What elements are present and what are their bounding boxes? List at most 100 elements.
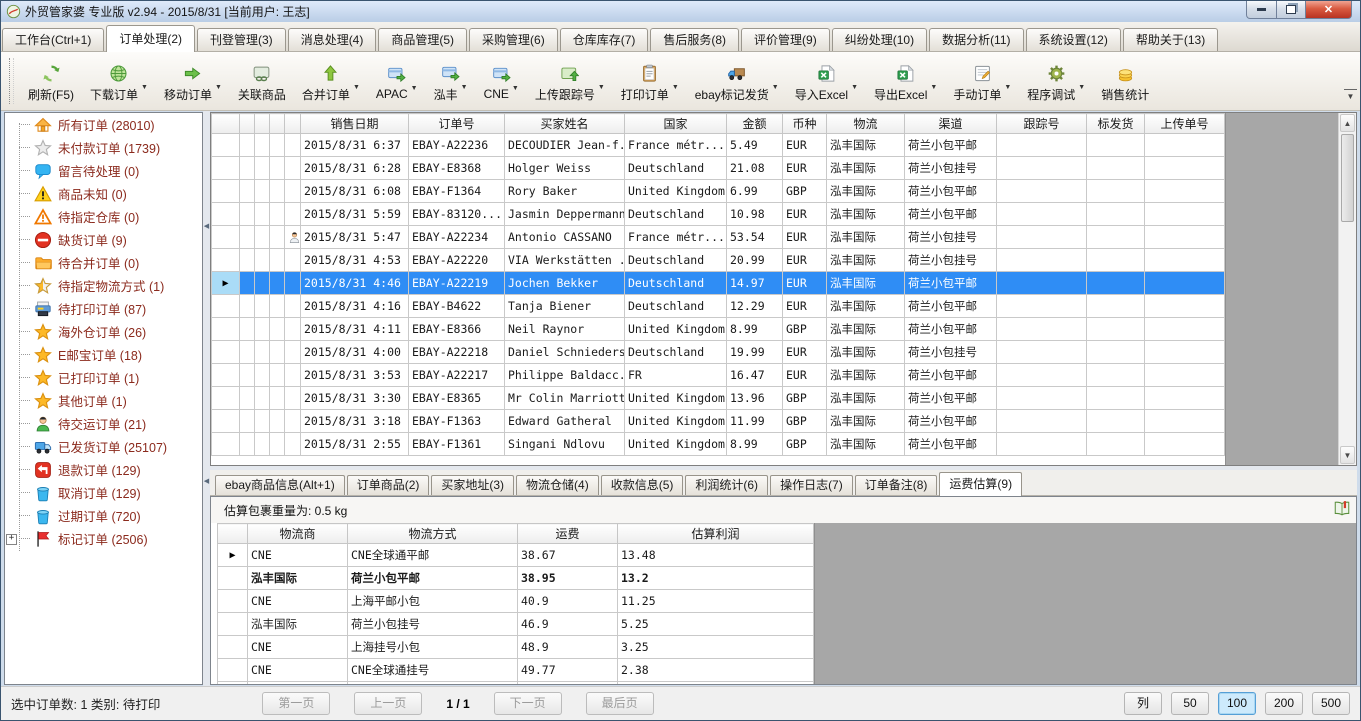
order-cell-logistics[interactable]: 泓丰国际 (827, 364, 905, 387)
order-cell-amount[interactable]: 5.49 (727, 134, 783, 157)
order-cell-shipped[interactable] (1087, 341, 1145, 364)
sidebar-item-printed-orders[interactable]: 已打印订单 (1) (5, 366, 202, 389)
order-cell-buyer[interactable]: Mr Colin Marriott (505, 387, 625, 410)
order-cell-logistics[interactable]: 泓丰国际 (827, 272, 905, 295)
order-cell-upload[interactable] (1145, 364, 1225, 387)
dropdown-caret-icon[interactable]: ▼ (353, 84, 360, 91)
order-cell-tracking[interactable] (997, 341, 1087, 364)
close-button[interactable]: ✕ (1306, 1, 1352, 19)
flag-cell[interactable] (255, 249, 270, 272)
row-selector-cell[interactable] (212, 180, 240, 203)
scrollbar-track[interactable] (1339, 223, 1356, 445)
order-cell-amount[interactable]: 11.99 (727, 410, 783, 433)
flag-cell[interactable] (270, 157, 285, 180)
order-cell-buyer[interactable]: Tanja Biener (505, 295, 625, 318)
flag-cell[interactable] (240, 341, 255, 364)
order-cell-upload[interactable] (1145, 157, 1225, 180)
shipping-cell-profit[interactable]: 2.38 (618, 659, 814, 682)
order-cell-currency[interactable]: EUR (783, 272, 827, 295)
order-cell-shipped[interactable] (1087, 433, 1145, 456)
menu-tab-listing-management[interactable]: 刊登管理(3) (197, 28, 286, 51)
merge-orders-button[interactable]: 合并订单▼ (294, 59, 368, 104)
sidebar-item-orders-to-merge[interactable]: 待合并订单 (0) (5, 251, 202, 274)
order-cell-channel[interactable]: 荷兰小包平邮 (905, 364, 997, 387)
shipping-cell-method[interactable]: 荷兰小包挂号 (348, 613, 518, 636)
order-cell-country[interactable]: United Kingdom (625, 433, 727, 456)
order-cell-country[interactable]: FR (625, 364, 727, 387)
order-cell-shipped[interactable] (1087, 249, 1145, 272)
shipping-cell-method[interactable]: 上海平邮小包 (348, 590, 518, 613)
order-row[interactable]: 2015/8/31 4:00EBAY-A22218Daniel Schniede… (212, 341, 1225, 364)
order-cell-upload[interactable] (1145, 387, 1225, 410)
row-selector-cell[interactable] (212, 295, 240, 318)
order-cell-logistics[interactable]: 泓丰国际 (827, 134, 905, 157)
flag-cell[interactable] (285, 272, 301, 295)
order-cell-order[interactable]: EBAY-A22236 (409, 134, 505, 157)
order-cell-order[interactable]: EBAY-E8366 (409, 318, 505, 341)
order-cell-currency[interactable]: EUR (783, 157, 827, 180)
order-cell-country[interactable]: France métr... (625, 226, 727, 249)
scroll-up-icon[interactable]: ▲ (1340, 114, 1355, 132)
order-cell-buyer[interactable]: Singani Ndlovu (505, 433, 625, 456)
order-cell-currency[interactable]: EUR (783, 341, 827, 364)
order-cell-buyer[interactable]: Jochen Bekker (505, 272, 625, 295)
shipping-cell-cost[interactable]: 46.9 (518, 613, 618, 636)
flag-cell[interactable] (240, 272, 255, 295)
program-debug-button[interactable]: 程序调试▼ (1019, 59, 1093, 104)
row-selector-cell[interactable]: ▶ (212, 272, 240, 295)
order-cell-channel[interactable]: 荷兰小包平邮 (905, 410, 997, 433)
order-cell-tracking[interactable] (997, 364, 1087, 387)
order-cell-logistics[interactable]: 泓丰国际 (827, 226, 905, 249)
dropdown-caret-icon[interactable]: ▼ (772, 84, 779, 91)
shipping-cell-carrier[interactable]: CNE (248, 636, 348, 659)
order-cell-upload[interactable] (1145, 203, 1225, 226)
menu-tab-message-processing[interactable]: 消息处理(4) (288, 28, 377, 51)
order-cell-currency[interactable]: EUR (783, 134, 827, 157)
order-cell-tracking[interactable] (997, 226, 1087, 249)
order-cell-date[interactable]: 2015/8/31 6:08 (301, 180, 409, 203)
order-cell-date[interactable]: 2015/8/31 4:11 (301, 318, 409, 341)
order-cell-shipped[interactable] (1087, 272, 1145, 295)
order-cell-logistics[interactable]: 泓丰国际 (827, 203, 905, 226)
shipping-cell-profit[interactable]: 11.25 (618, 590, 814, 613)
shipping-cell-profit[interactable]: 13.2 (618, 567, 814, 590)
order-cell-buyer[interactable]: DECOUDIER Jean-f... (505, 134, 625, 157)
shipping-cell-carrier[interactable]: 泓丰国际 (248, 613, 348, 636)
order-cell-amount[interactable]: 10.98 (727, 203, 783, 226)
sidebar-splitter[interactable]: ◀ ◀ (203, 111, 210, 686)
order-cell-amount[interactable]: 53.54 (727, 226, 783, 249)
sales-stats-button[interactable]: 销售统计 (1093, 59, 1157, 104)
order-cell-upload[interactable] (1145, 318, 1225, 341)
prev-page-button[interactable]: 上一页 (354, 692, 422, 715)
order-cell-logistics[interactable]: 泓丰国际 (827, 410, 905, 433)
order-cell-order[interactable]: EBAY-E8368 (409, 157, 505, 180)
flag-cell[interactable] (240, 134, 255, 157)
flag-cell[interactable] (285, 410, 301, 433)
dropdown-caret-icon[interactable]: ▼ (1004, 84, 1011, 91)
order-row[interactable]: 2015/8/31 5:59EBAY-83120...Jasmin Depper… (212, 203, 1225, 226)
shipping-cell-carrier[interactable]: CNE (248, 590, 348, 613)
order-cell-shipped[interactable] (1087, 410, 1145, 433)
order-cell-country[interactable]: Deutschland (625, 157, 727, 180)
cne-button[interactable]: CNE▼ (476, 60, 527, 102)
flag-cell[interactable] (240, 364, 255, 387)
order-row[interactable]: 2015/8/31 3:53EBAY-A22217Philippe Baldac… (212, 364, 1225, 387)
flag-cell[interactable] (270, 387, 285, 410)
order-cell-channel[interactable]: 荷兰小包平邮 (905, 180, 997, 203)
order-cell-upload[interactable] (1145, 410, 1225, 433)
order-cell-buyer[interactable]: Antonio CASSANO (505, 226, 625, 249)
shipping-cell-cost[interactable]: 38.67 (518, 544, 618, 567)
apac-button[interactable]: APAC▼ (368, 60, 426, 102)
order-cell-order[interactable]: EBAY-A22218 (409, 341, 505, 364)
flag-cell[interactable] (285, 157, 301, 180)
order-cell-tracking[interactable] (997, 157, 1087, 180)
order-cell-date[interactable]: 2015/8/31 4:53 (301, 249, 409, 272)
flag-cell[interactable] (255, 318, 270, 341)
flag-cell[interactable] (240, 226, 255, 249)
sidebar-item-pending-messages[interactable]: 留言待处理 (0) (5, 159, 202, 182)
page-size-50-button[interactable]: 50 (1171, 692, 1209, 715)
shipping-cell-carrier[interactable]: CNE (248, 544, 348, 567)
order-row[interactable]: 2015/8/31 6:08EBAY-F1364Rory BakerUnited… (212, 180, 1225, 203)
row-selector-cell[interactable] (212, 433, 240, 456)
order-cell-upload[interactable] (1145, 180, 1225, 203)
